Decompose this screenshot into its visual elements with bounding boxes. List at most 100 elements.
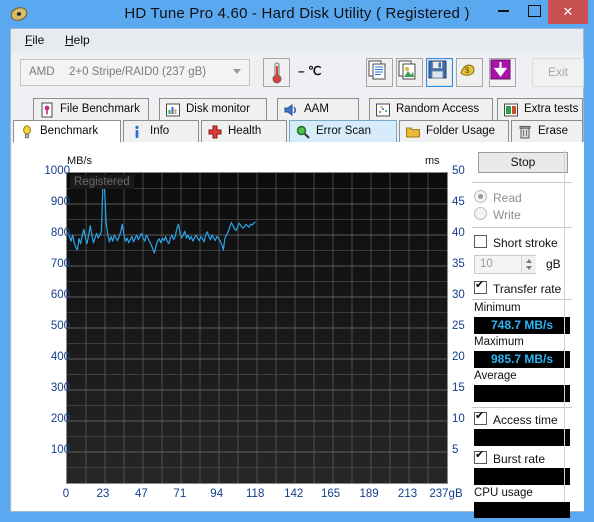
- radio-write-label: Write: [493, 208, 521, 222]
- access-time-label: Access time: [493, 413, 558, 427]
- y-axis-tick-label: 800: [50, 227, 70, 239]
- close-button[interactable]: ✕: [548, 0, 588, 24]
- maximize-button[interactable]: [520, 0, 549, 21]
- copy-image-button[interactable]: [396, 58, 423, 87]
- menu-item-help[interactable]: Help: [59, 32, 96, 49]
- y-axis-unit-label: MB/s: [67, 155, 93, 167]
- tab-extra-tests[interactable]: Extra tests: [497, 98, 583, 120]
- tab-folder-usage[interactable]: Folder Usage: [399, 120, 509, 142]
- chevron-down-icon: [233, 69, 241, 74]
- tab-info[interactable]: Info: [123, 120, 199, 142]
- y2-axis-unit-label: ms: [425, 155, 440, 167]
- thermometer-icon: [272, 62, 282, 84]
- short-stroke-value: 10: [480, 258, 493, 270]
- x-axis-tick-label: 118: [246, 488, 265, 500]
- y-axis-tick-label: 900: [50, 196, 70, 208]
- radio-read-label: Read: [493, 191, 522, 205]
- cpu-usage-label: CPU usage: [474, 487, 533, 499]
- extra-tests-icon: [503, 102, 519, 118]
- tab-label: Benchmark: [40, 125, 99, 137]
- menu-bar: File Help: [10, 28, 584, 51]
- save-icon: [428, 60, 447, 79]
- stepper-up-icon[interactable]: [526, 259, 532, 263]
- info-icon: [129, 124, 145, 140]
- disk-monitor-icon: [165, 102, 181, 118]
- stepper-down-icon[interactable]: [526, 266, 532, 270]
- svg-text:$: $: [465, 66, 470, 75]
- y-axis-tick-label: 700: [50, 258, 70, 270]
- short-stroke-stepper[interactable]: 10: [474, 255, 536, 274]
- checkbox-icon: [474, 235, 487, 248]
- temperature-value: – ℃: [298, 64, 322, 78]
- x-axis-tick-label: 47: [134, 488, 148, 500]
- temperature-button[interactable]: [263, 58, 290, 87]
- tab-erase[interactable]: Erase: [511, 120, 583, 142]
- divider: [472, 182, 572, 183]
- tab-label: Extra tests: [524, 103, 579, 115]
- speaker-icon: [283, 102, 299, 118]
- title-bar: HD Tune Pro 4.60 - Hard Disk Utility ( R…: [0, 0, 594, 28]
- cpu-usage-value: [474, 502, 570, 518]
- x-axis-tick-label: 165: [320, 488, 341, 500]
- y-axis-tick-label: 200: [50, 413, 70, 425]
- short-stroke-label: Short stroke: [493, 236, 558, 250]
- divider: [472, 227, 572, 228]
- tab-row-top: File Benchmark Disk monitor AAM Random A…: [11, 98, 585, 121]
- hdtune-window: HD Tune Pro 4.60 - Hard Disk Utility ( R…: [0, 0, 594, 522]
- stop-button[interactable]: Stop: [478, 152, 568, 173]
- radio-read[interactable]: Read: [474, 190, 522, 205]
- checkbox-icon: [474, 409, 487, 425]
- checkbox-burst-rate[interactable]: Burst rate: [474, 448, 546, 466]
- tab-health[interactable]: Health: [201, 120, 287, 142]
- radio-write[interactable]: Write: [474, 207, 521, 222]
- file-benchmark-icon: [39, 102, 55, 118]
- y-axis-tick-label: 1000: [44, 165, 70, 177]
- x-axis-tick-label: 237gB: [429, 488, 463, 500]
- tab-label: Info: [150, 125, 170, 137]
- x-axis-tick-label: 23: [96, 488, 110, 500]
- copy-image-icon: [398, 60, 416, 80]
- burst-rate-value: [474, 468, 570, 485]
- tab-disk-monitor[interactable]: Disk monitor: [159, 98, 267, 120]
- panel-divider: [564, 150, 565, 502]
- shop-button[interactable]: $: [456, 58, 483, 87]
- trash-icon: [517, 124, 533, 140]
- drive-model: 2+0 Stripe/RAID0 (237 gB): [69, 66, 207, 78]
- y-axis-tick-label: 600: [50, 289, 70, 301]
- y-axis-tick-label: 400: [50, 351, 70, 363]
- stepper-buttons[interactable]: [521, 256, 536, 273]
- random-access-icon: [375, 102, 391, 118]
- copy-text-button[interactable]: [366, 58, 393, 87]
- drive-select[interactable]: AMD 2+0 Stripe/RAID0 (237 gB): [20, 59, 250, 86]
- minimize-icon: [498, 9, 509, 12]
- minimum-value: 748.7 MB/s: [474, 317, 570, 334]
- folder-icon: [405, 124, 421, 140]
- burst-rate-label: Burst rate: [493, 452, 546, 466]
- checkbox-short-stroke[interactable]: Short stroke: [474, 235, 558, 250]
- download-button[interactable]: [489, 58, 516, 87]
- minimize-button[interactable]: [489, 0, 518, 21]
- checkbox-transfer-rate[interactable]: Transfer rate: [474, 278, 562, 296]
- tab-label: Health: [228, 125, 262, 137]
- save-button[interactable]: [426, 58, 453, 87]
- x-axis-tick-label: 94: [210, 488, 224, 500]
- exit-button[interactable]: Exit: [532, 58, 584, 87]
- tab-benchmark[interactable]: Benchmark: [13, 120, 121, 143]
- x-axis-tick-label: 71: [173, 488, 187, 500]
- chart-plot-area: Registered: [66, 172, 448, 484]
- radio-write-icon: [474, 207, 487, 220]
- tab-row-bottom: Benchmark Info Health Error Scan Folder …: [11, 120, 585, 143]
- menu-item-file[interactable]: File: [19, 32, 50, 49]
- tab-aam[interactable]: AAM: [277, 98, 359, 120]
- tab-error-scan[interactable]: Error Scan: [289, 120, 397, 142]
- bulb-icon: [19, 124, 35, 140]
- transfer-rate-label: Transfer rate: [493, 282, 562, 296]
- radio-read-icon: [474, 190, 487, 203]
- divider: [472, 407, 572, 408]
- tab-random-access[interactable]: Random Access: [369, 98, 493, 120]
- checkbox-icon: [474, 448, 487, 464]
- checkbox-access-time[interactable]: Access time: [474, 409, 558, 427]
- checkbox-icon: [474, 278, 487, 294]
- drive-vendor: AMD: [29, 66, 55, 78]
- tab-file-benchmark[interactable]: File Benchmark: [33, 98, 149, 120]
